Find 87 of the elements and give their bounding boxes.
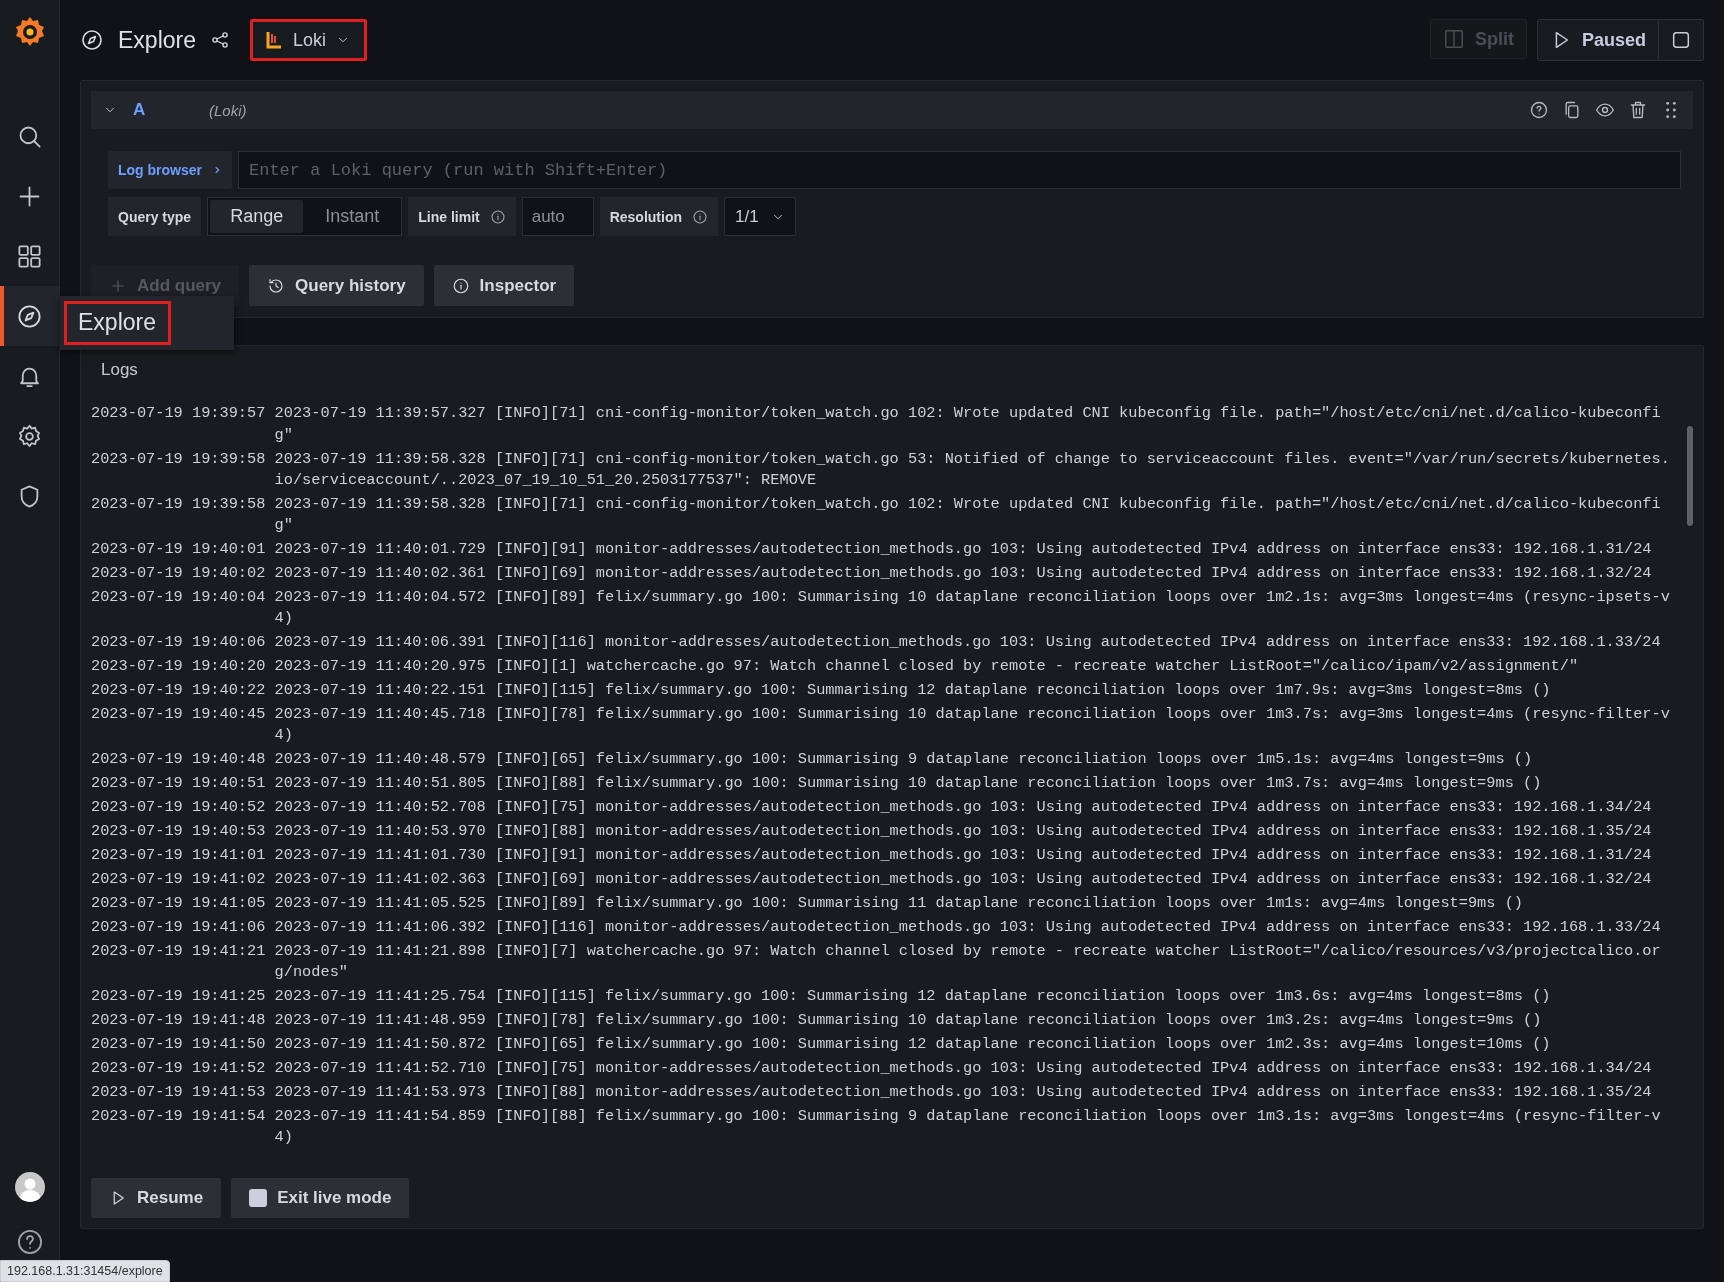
log-line: 2023-07-19 11:41:25.754 [INFO][115] felix/summary.go 100: Summarising 12 dataplane reconciliation loops over 1m3.6s: avg=4ms longest=8ms () bbox=[274, 986, 1552, 1008]
resolution-select[interactable]: 1/1 bbox=[724, 197, 797, 236]
info-icon bbox=[451, 276, 470, 295]
log-timestamp: 2023-07-19 19:40:22 bbox=[91, 680, 267, 702]
log-timestamp: 2023-07-19 19:41:25 bbox=[91, 986, 267, 1008]
log-timestamp: 2023-07-19 19:41:53 bbox=[91, 1082, 267, 1104]
log-line: 2023-07-19 11:40:22.151 [INFO][115] felix/summary.go 100: Summarising 12 dataplane reconciliation loops over 1m7.9s: avg=3ms longest=8ms () bbox=[274, 680, 1552, 702]
query-ref: A bbox=[133, 100, 147, 120]
panel-title: Logs bbox=[100, 359, 139, 381]
query-type-option[interactable]: Instant bbox=[305, 200, 400, 233]
line-limit-label: Line limit bbox=[418, 208, 480, 225]
columns-icon bbox=[1442, 28, 1465, 50]
help-icon bbox=[1529, 100, 1549, 120]
history-icon bbox=[267, 276, 286, 295]
avatar-icon[interactable] bbox=[14, 1172, 45, 1202]
log-line: 2023-07-19 11:39:57.327 [INFO][71] cni-config-monitor/token_watch.go 102: Wrote updated CNI kubeconfig file. path="/host/etc/cni/net.d/calico-kubeconfig" bbox=[274, 403, 1662, 446]
log-line: 2023-07-19 11:40:53.970 [INFO][88] monitor-addresses/autodetection_methods.go 103: Using autodetected IPv4 address on interface ens33: 192.168.1.35/24 bbox=[274, 821, 1653, 843]
query-type-option[interactable]: Range bbox=[210, 200, 304, 233]
tooltip-label: Explore bbox=[64, 301, 171, 345]
log-line: 2023-07-19 11:40:20.975 [INFO][1] watchercache.go 97: Watch channel closed by remote - recreate watcher ListRoot="/calico/ipam/v2/assignment/" bbox=[274, 656, 1580, 678]
log-line: 2023-07-19 11:40:01.729 [INFO][91] monitor-addresses/autodetection_methods.go 103: Using autodetected IPv4 address on interface ens33: 192.168.1.31/24 bbox=[274, 538, 1653, 560]
log-line: 2023-07-19 11:40:48.579 [INFO][65] felix/summary.go 100: Summarising 9 dataplane reconciliation loops over 1m5.1s: avg=4ms longest=9ms () bbox=[274, 749, 1534, 771]
log-timestamp: 2023-07-19 19:40:01 bbox=[91, 538, 267, 560]
trash-icon bbox=[1628, 100, 1648, 120]
log-timestamp: 2023-07-19 19:40:51 bbox=[91, 773, 267, 795]
log-line: 2023-07-19 11:41:02.363 [INFO][69] monitor-addresses/autodetection_methods.go 103: Using autodetected IPv4 address on interface ens33: 192.168.1.32/24 bbox=[274, 869, 1653, 891]
log-timestamp: 2023-07-19 19:40:20 bbox=[91, 656, 267, 678]
log-line: 2023-07-19 11:39:58.328 [INFO][71] cni-config-monitor/token_watch.go 53: Notified of change to serviceaccount files. event="/var/run/secrets/kubernetes.io/serviceaccount/..2023_07_19_10_51_20.2503177537": REMOVE bbox=[274, 448, 1670, 491]
log-line: 2023-07-19 11:41:50.872 [INFO][65] felix/summary.go 100: Summarising 12 dataplane reconciliation loops over 1m2.3s: avg=4ms longest=10ms () bbox=[274, 1034, 1552, 1056]
log-line: 2023-07-19 11:41:05.525 [INFO][89] felix/summary.go 100: Summarising 11 dataplane reconciliation loops over 1m1s: avg=4ms longest=9ms () bbox=[274, 893, 1524, 915]
log-line: 2023-07-19 11:41:52.710 [INFO][75] monitor-addresses/autodetection_methods.go 103: Using autodetected IPv4 address on interface ens33: 192.168.1.34/24 bbox=[274, 1058, 1653, 1080]
log-line: 2023-07-19 11:40:52.708 [INFO][75] monitor-addresses/autodetection_methods.go 103: Using autodetected IPv4 address on interface ens33: 192.168.1.34/24 bbox=[274, 797, 1653, 819]
log-line: 2023-07-19 11:40:02.361 [INFO][69] monitor-addresses/autodetection_methods.go 103: Using autodetected IPv4 address on interface ens33: 192.168.1.32/24 bbox=[274, 562, 1653, 584]
log-line: 2023-07-19 11:40:04.572 [INFO][89] felix/summary.go 100: Summarising 10 dataplane reconciliation loops over 1m2.1s: avg=3ms longest=4ms (resync-ipsets-v4) bbox=[274, 586, 1670, 630]
log-timestamp: 2023-07-19 19:41:52 bbox=[91, 1058, 267, 1080]
log-timestamp: 2023-07-19 19:40:02 bbox=[91, 562, 267, 584]
exit-live-button[interactable]: Exit live mode bbox=[231, 1178, 410, 1218]
log-timestamp: 2023-07-19 19:40:06 bbox=[91, 632, 267, 654]
compass-icon[interactable] bbox=[0, 286, 59, 346]
page-title: Explore bbox=[118, 26, 196, 54]
log-line: 2023-07-19 11:41:53.973 [INFO][88] monitor-addresses/autodetection_methods.go 103: Using autodetected IPv4 address on interface ens33: 192.168.1.35/24 bbox=[274, 1082, 1653, 1104]
log-timestamp: 2023-07-19 19:40:48 bbox=[91, 749, 267, 771]
log-timestamp: 2023-07-19 19:39:58 bbox=[91, 448, 267, 470]
log-timestamp: 2023-07-19 19:41:05 bbox=[91, 893, 267, 915]
query-input[interactable]: Enter a Loki query (run with Shift+Enter) bbox=[238, 151, 1681, 189]
log-line: 2023-07-19 11:40:06.391 [INFO][116] monitor-addresses/autodetection_methods.go 103: Using autodetected IPv4 address on interface ens33: 192.168.1.33/24 bbox=[274, 632, 1662, 654]
query-datasource: (Loki) bbox=[209, 101, 247, 119]
chevron-right-icon bbox=[212, 165, 222, 175]
help-icon bbox=[15, 1228, 44, 1256]
scrollbar[interactable] bbox=[1687, 426, 1693, 526]
stop-icon bbox=[1670, 29, 1692, 51]
log-line: 2023-07-19 11:41:01.730 [INFO][91] monitor-addresses/autodetection_methods.go 103: Using autodetected IPv4 address on interface ens33: 192.168.1.31/24 bbox=[274, 845, 1653, 867]
line-limit-input[interactable]: auto bbox=[521, 197, 594, 236]
log-timestamp: 2023-07-19 19:39:57 bbox=[91, 403, 267, 425]
log-timestamp: 2023-07-19 19:41:21 bbox=[91, 941, 267, 963]
query-type-label: Query type bbox=[108, 197, 202, 236]
log-line: 2023-07-19 11:40:51.805 [INFO][88] felix/summary.go 100: Summarising 10 dataplane reconciliation loops over 1m3.7s: avg=4ms longest=9ms () bbox=[274, 773, 1543, 795]
log-line: 2023-07-19 11:40:45.718 [INFO][78] felix/summary.go 100: Summarising 10 dataplane reconciliation loops over 1m3.7s: avg=3ms longest=4ms (resync-filter-v4) bbox=[274, 704, 1670, 747]
info-icon bbox=[489, 208, 506, 225]
log-timestamp: 2023-07-19 19:40:04 bbox=[91, 586, 267, 608]
info-icon bbox=[692, 208, 709, 225]
share-icon bbox=[210, 30, 230, 50]
compass-icon bbox=[80, 28, 104, 52]
log-timestamp: 2023-07-19 19:40:53 bbox=[91, 821, 267, 843]
log-line: 2023-07-19 11:41:06.392 [INFO][116] monitor-addresses/autodetection_methods.go 103: Using autodetected IPv4 address on interface ens33: 192.168.1.33/24 bbox=[274, 917, 1662, 939]
log-timestamp: 2023-07-19 19:41:06 bbox=[91, 917, 267, 939]
log-timestamp: 2023-07-19 19:40:52 bbox=[91, 797, 267, 819]
log-timestamp: 2023-07-19 19:39:58 bbox=[91, 493, 267, 515]
log-line: 2023-07-19 11:41:21.898 [INFO][7] watchercache.go 97: Watch channel closed by remote - recreate watcher ListRoot="/calico/resources/v3/projectcalico.org/nodes" bbox=[274, 941, 1662, 984]
datasource-picker[interactable]: Loki bbox=[250, 19, 367, 61]
log-timestamp: 2023-07-19 19:41:50 bbox=[91, 1034, 267, 1056]
query-history-button[interactable]: Query history bbox=[249, 265, 424, 306]
log-line: 2023-07-19 11:41:54.859 [INFO][88] felix/summary.go 100: Summarising 9 dataplane reconciliation loops over 1m3.1s: avg=3ms longest=4ms (resync-filter-v4) bbox=[274, 1106, 1662, 1149]
stop-icon bbox=[249, 1189, 268, 1207]
inspector-button[interactable]: Inspector bbox=[433, 265, 575, 306]
log-timestamp: 2023-07-19 19:40:45 bbox=[91, 704, 267, 726]
log-timestamp: 2023-07-19 19:41:02 bbox=[91, 869, 267, 891]
log-line: 2023-07-19 11:39:58.328 [INFO][71] cni-config-monitor/token_watch.go 102: Wrote updated CNI kubeconfig file. path="/host/etc/cni/net.d/calico-kubeconfig" bbox=[274, 493, 1662, 536]
status-url: 192.168.1.31:31454/explore bbox=[0, 1260, 170, 1282]
logo-icon bbox=[265, 30, 283, 50]
log-timestamp: 2023-07-19 19:41:54 bbox=[91, 1106, 267, 1128]
resolution-label: Resolution bbox=[609, 208, 683, 225]
log-browser-button[interactable]: Log browser bbox=[108, 151, 232, 189]
log-line: 2023-07-19 11:41:48.959 [INFO][78] felix/summary.go 100: Summarising 10 dataplane reconciliation loops over 1m3.2s: avg=4ms longest=9ms () bbox=[274, 1010, 1543, 1032]
log-timestamp: 2023-07-19 19:41:01 bbox=[91, 845, 267, 867]
resume-button[interactable]: Resume bbox=[91, 1178, 222, 1218]
log-timestamp: 2023-07-19 19:41:48 bbox=[91, 1010, 267, 1032]
